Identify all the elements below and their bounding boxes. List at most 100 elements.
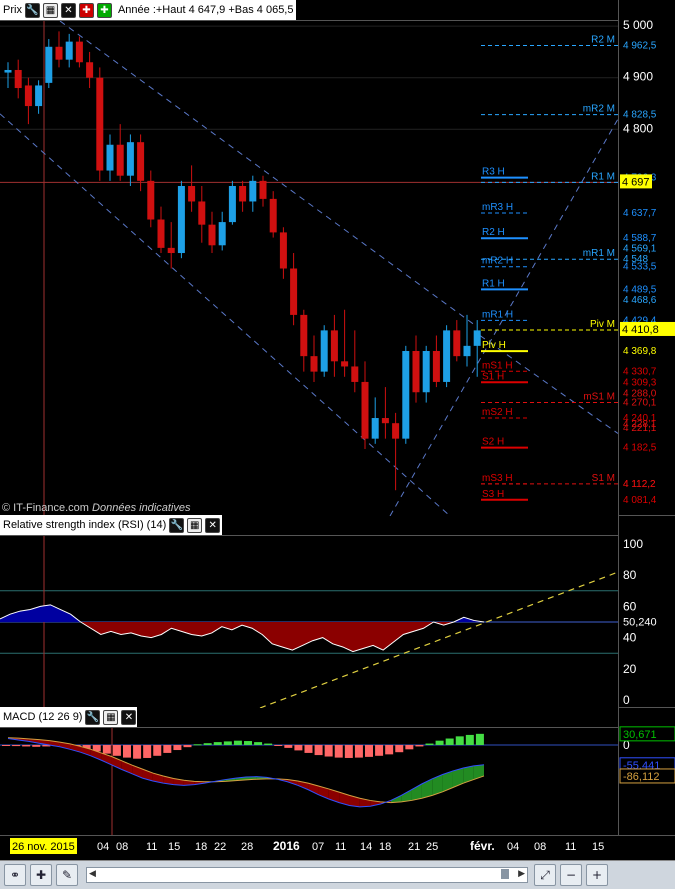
pivot-h-label: S2 H [482,437,504,448]
macd-histogram-bar [405,745,414,750]
scroll-right-icon[interactable]: ▶ [518,868,525,879]
pivot-h-label: S1 H [482,371,504,382]
wrench-icon[interactable]: 🔧 [169,517,185,533]
macd-histogram-bar [314,745,323,756]
pivot-m-label: mR1 M [583,248,615,259]
macd-histogram-bar [294,745,303,751]
price-panel-header: Prix 🔧 ▦ ✕ ✚ ✚ Année :+Haut 4 647,9 +Bas… [0,0,296,21]
add-indicator-icon[interactable]: ✚ [96,2,112,18]
price-axis-extra-value: 4 288,0 [623,388,657,399]
wrench-icon[interactable]: 🔧 [24,2,40,18]
rsi-chart[interactable] [0,536,618,708]
pivot-h-label: mS1 H [482,360,513,371]
cursor-date-label: 26 nov. 2015 [12,841,75,853]
link-icon[interactable]: ⚭ [4,864,26,886]
crosshair-icon[interactable]: ✚ [30,864,52,886]
pivot-m-axis-value: 4 828,5 [623,110,657,121]
candle-body [381,418,389,424]
candle-body [259,180,267,199]
table-icon[interactable]: ▦ [42,2,58,18]
pivot-h-axis-value: 4 489,5 [623,284,657,295]
horizontal-scrollbar[interactable]: ◀ ▶ [86,867,528,883]
close-icon[interactable]: ✕ [205,517,221,533]
price-axis: 5 0004 9004 8004 706,34 637,74 588,74 53… [618,0,675,515]
table-icon[interactable]: ▦ [187,517,203,533]
candle-body [432,351,440,382]
pivot-h-label: R1 H [482,278,505,289]
scroll-left-icon[interactable]: ◀ [89,868,96,879]
macd-histogram-bar [102,745,111,754]
macd-histogram-bar [415,745,424,747]
pivot-m-label: S1 M [592,473,615,484]
pivot-h-label: R2 H [482,227,505,238]
date-tick-label: 28 [241,841,253,853]
close-icon[interactable]: ✕ [121,709,137,725]
date-tick-label: 2016 [273,839,300,853]
wrench-icon[interactable]: 🔧 [85,709,101,725]
candle-body [55,46,63,60]
pivot-h-axis-value: 4 309,3 [623,377,657,388]
macd-histogram-bar [425,743,434,745]
scroll-thumb[interactable] [501,869,509,879]
macd-histogram-bar [143,745,152,758]
date-tick-label: 14 [360,841,372,853]
price-tick-label: 5 000 [623,18,653,32]
zoom-out-icon[interactable]: − [560,864,582,886]
macd-histogram-bar [183,745,192,748]
candle-body [443,330,451,382]
candle-body [198,201,206,225]
zoom-fit-icon[interactable]: ⤢ [534,864,556,886]
rsi-panel-title: Relative strength index (RSI) (14) [3,519,167,531]
pivot-h-label: mR1 H [482,309,513,320]
candle-body [371,418,379,439]
trendline-lower [0,113,451,516]
rsi-tick-label: 40 [623,631,637,645]
macd-histogram-bar [153,745,162,756]
pencil-icon[interactable]: ✎ [56,864,78,886]
price-tick-label: 4 800 [623,121,653,135]
macd-signal-fill [401,789,412,802]
macd-chart-panel [0,727,618,836]
candle-body [310,356,318,372]
table-icon[interactable]: ▦ [103,709,119,725]
macd-histogram-bar [395,745,404,753]
rsi-axis: 100 80 60 40 20 0 50,240 [618,515,675,708]
date-tick-label: 15 [592,841,604,853]
macd-histogram-bar [324,745,333,757]
last-price-label: 4 410,8 [622,324,659,336]
date-tick-label: févr. [470,839,495,853]
rsi-tick-label: 0 [623,693,630,707]
macd-histogram-bar [284,745,293,748]
macd-histogram-bar [203,743,212,745]
macd-histogram-bar [123,745,131,758]
date-tick-label: 25 [426,841,438,853]
pivot-h-label: mS2 H [482,407,513,418]
zoom-in-icon[interactable]: + [586,864,608,886]
candle-body [106,144,114,171]
macd-histogram-bar [445,738,454,745]
macd-histogram-bar [112,745,121,756]
candle-body [96,77,104,171]
close-icon[interactable]: ✕ [60,2,76,18]
candle-body [35,85,43,107]
macd-histogram-bar [193,744,202,746]
candle-body [24,85,32,107]
pivot-h-label: R3 H [482,167,505,178]
macd-histogram-bar [173,745,182,751]
macd-last-value: -86,112 [623,771,660,783]
pivot-h-axis-value: 4 637,7 [623,208,657,219]
price-chart[interactable]: R3 HmR3 HR2 HmR2 HR1 HmR1 HPiv HmS1 HS1 … [0,21,618,516]
pivot-m-label: Piv M [590,319,615,330]
macd-histogram-bar [375,745,384,756]
disclaimer-text: Données indicatives [92,502,191,514]
price-axis-extra-value: 4 569,1 [623,243,657,254]
candle-body [167,247,175,254]
date-tick-label: 11 [335,841,346,853]
delete-indicator-icon[interactable]: ✚ [78,2,94,18]
candle-body [147,180,155,220]
current-price-label: 4 697 [622,176,650,188]
macd-histogram-bar [163,745,172,753]
candle-body [188,186,196,202]
date-tick-label: 08 [534,841,546,853]
macd-chart[interactable] [0,728,618,836]
